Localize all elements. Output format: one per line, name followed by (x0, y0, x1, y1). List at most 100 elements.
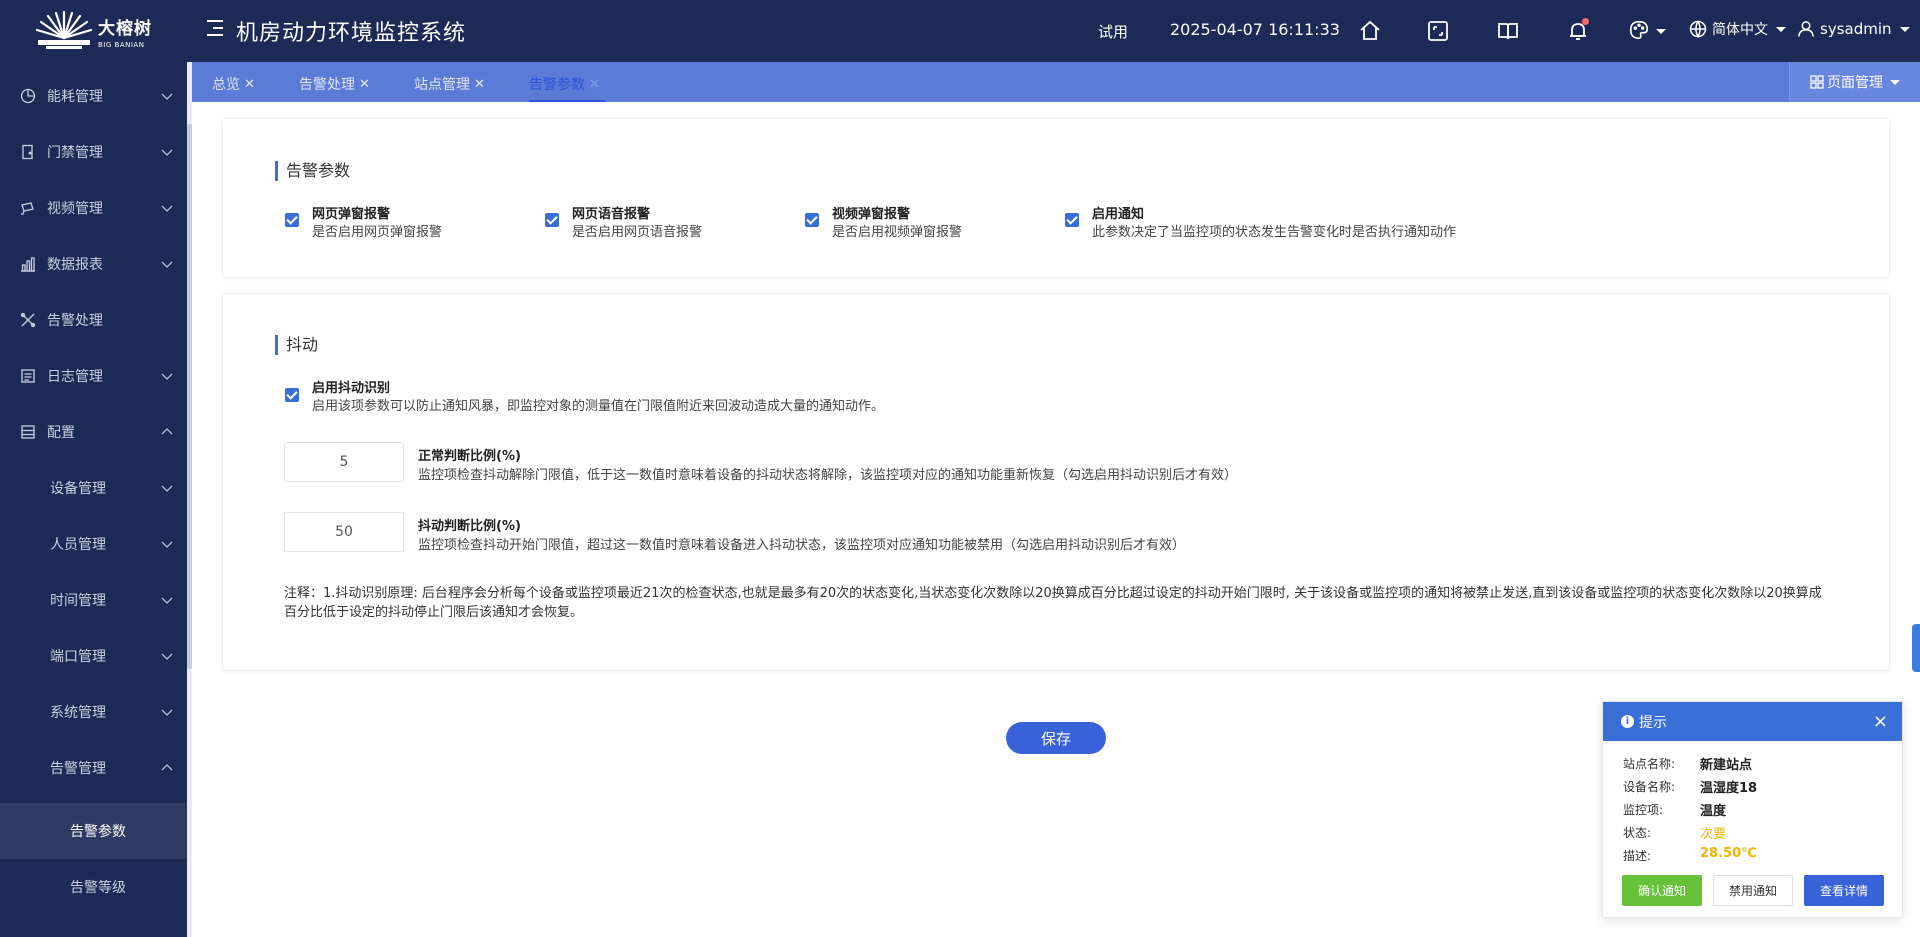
popup-label: 设备名称: (1623, 780, 1676, 794)
sidebar-item-label: 人员管理 (50, 537, 106, 553)
normal-ratio-input[interactable]: 5 (284, 442, 404, 482)
popup-label: 描述: (1623, 849, 1652, 863)
notification-dot (1582, 18, 1589, 25)
bar-chart-icon (21, 257, 35, 272)
sidebar-item-config[interactable]: 配置 (0, 404, 187, 460)
chevron-down-icon (161, 709, 173, 716)
sidebar-scrollbar[interactable] (187, 124, 192, 669)
jitter-note: 注释：1.抖动识别原理: 后台程序会分析每个设备或监控项最近21次的检查状态,也… (284, 586, 1822, 620)
tab-label: 站点管理 (414, 77, 470, 93)
user-menu[interactable]: sysadmin (1796, 19, 1910, 39)
popup-label: 站点名称: (1623, 757, 1676, 771)
section-title: 告警参数 (275, 161, 350, 181)
chevron-up-icon (161, 764, 173, 771)
menu-toggle-icon[interactable] (207, 20, 223, 38)
tab-alarm-handling[interactable]: 告警处理 ✕ (299, 74, 370, 94)
option-desc: 是否启用视频弹窗报警 (832, 225, 963, 240)
banyan-tree-icon (35, 10, 93, 49)
sidebar-item-alarm-handling[interactable]: 告警处理 (0, 292, 187, 348)
option-desc: 此参数决定了当监控项的状态发生告警变化时是否执行通知动作 (1092, 225, 1457, 240)
popup-title: 提示 (1639, 714, 1667, 731)
sidebar-item-ports[interactable]: 端口管理 (0, 628, 187, 684)
alarm-params-card: 告警参数 网页弹窗报警 是否启用网页弹窗报警 网页语音报警 是否启用网页语音报警… (222, 118, 1890, 278)
camera-icon (21, 202, 34, 215)
sidebar-item-alarm-manage[interactable]: 告警管理 (0, 740, 187, 796)
alarm-notification-popup: i 提示 × 站点名称: 新建站点 设备名称: 温湿度18 监控项: 温度 状态… (1602, 701, 1903, 918)
language-selector[interactable]: 简体中文 (1688, 19, 1786, 39)
sidebar-item-alarm-params[interactable]: 告警参数 (0, 803, 187, 859)
confirm-notify-button[interactable]: 确认通知 (1622, 875, 1702, 906)
disable-notify-button[interactable]: 禁用通知 (1713, 875, 1793, 906)
sidebar-item-alarm-levels[interactable]: 告警等级 (0, 859, 187, 915)
trial-badge: 试用 (1098, 23, 1129, 41)
sidebar-item-label: 数据报表 (47, 257, 103, 273)
close-icon[interactable]: ✕ (589, 77, 600, 92)
sidebar-item-label: 配置 (47, 425, 75, 441)
sidebar-item-devices[interactable]: 设备管理 (0, 460, 187, 516)
close-icon[interactable]: × (1873, 711, 1888, 732)
chevron-down-icon (161, 149, 173, 156)
sidebar-item-access[interactable]: 门禁管理 (0, 124, 187, 180)
bell-icon[interactable] (1566, 18, 1590, 43)
popup-label: 状态: (1623, 826, 1652, 840)
enable-jitter-checkbox[interactable] (285, 388, 299, 402)
sidebar-item-label: 设备管理 (50, 481, 106, 497)
option-desc: 是否启用网页弹窗报警 (312, 225, 443, 240)
sidebar-item-label: 能耗管理 (47, 89, 103, 105)
logo-subtext: BIG BANIAN (98, 41, 145, 49)
home-icon[interactable] (1358, 19, 1382, 43)
enable-notify-checkbox[interactable] (1065, 213, 1079, 227)
video-alarm-checkbox[interactable] (805, 213, 819, 227)
sidebar-item-system[interactable]: 系统管理 (0, 684, 187, 740)
language-label: 简体中文 (1712, 22, 1768, 38)
grid-icon (1810, 75, 1824, 89)
option-desc: 启用该项参数可以防止通知风暴，即监控对象的测量值在门限值附近来回波动造成大量的通… (312, 399, 885, 414)
logo-text: 大榕树 (98, 19, 152, 39)
close-icon[interactable]: ✕ (359, 77, 370, 92)
page-manage-button[interactable]: 页面管理 (1789, 62, 1920, 102)
chevron-down-icon (161, 485, 173, 492)
globe-icon (1689, 20, 1707, 39)
sidebar-item-reports[interactable]: 数据报表 (0, 236, 187, 292)
page-manage-label: 页面管理 (1827, 75, 1883, 91)
jitter-ratio-input[interactable]: 50 (284, 512, 404, 552)
datetime-display: 2025-04-07 16:11:33 (1170, 20, 1340, 39)
popup-header: i 提示 × (1603, 702, 1902, 741)
view-detail-button[interactable]: 查看详情 (1804, 875, 1884, 906)
normal-ratio-title: 正常判断比例(%) (418, 449, 521, 464)
sidebar-item-label: 视频管理 (47, 201, 103, 217)
voice-alarm-checkbox[interactable] (545, 213, 559, 227)
tab-label: 告警参数 (529, 77, 585, 93)
option-title: 网页弹窗报警 (312, 207, 391, 222)
theme-palette-icon[interactable] (1628, 19, 1666, 43)
top-header: 大榕树 BIG BANIAN 机房动力环境监控系统 试用 2025-04-07 … (0, 0, 1920, 62)
username-label: sysadmin (1820, 20, 1892, 38)
log-icon (21, 369, 35, 383)
tab-label: 告警处理 (299, 77, 355, 93)
sidebar-item-time[interactable]: 时间管理 (0, 572, 187, 628)
tab-alarm-params[interactable]: 告警参数 ✕ (529, 74, 600, 94)
popup-label: 监控项: (1623, 803, 1664, 817)
popup-desc-value: 28.50℃ (1700, 846, 1757, 861)
sidebar: 能耗管理 门禁管理 视频管理 数据报表 告警处理 日志管理 配置 设备管理 人员… (0, 62, 187, 937)
save-button[interactable]: 保存 (1006, 722, 1106, 754)
jitter-ratio-desc: 监控项检查抖动开始门限值，超过这一数值时意味着设备进入抖动状态，该监控项对应通知… (418, 538, 1186, 553)
book-icon[interactable] (1496, 19, 1520, 43)
normal-ratio-desc: 监控项检查抖动解除门限值，低于这一数值时意味着设备的抖动状态将解除，该监控项对应… (418, 468, 1238, 483)
tab-site-manage[interactable]: 站点管理 ✕ (414, 74, 485, 94)
close-icon[interactable]: ✕ (474, 77, 485, 92)
sidebar-item-logs[interactable]: 日志管理 (0, 348, 187, 404)
section-title: 抖动 (275, 335, 318, 355)
side-drawer-handle[interactable] (1912, 624, 1920, 672)
popup-alarm-checkbox[interactable] (285, 213, 299, 227)
sidebar-item-energy[interactable]: 能耗管理 (0, 68, 187, 124)
sidebar-item-personnel[interactable]: 人员管理 (0, 516, 187, 572)
sidebar-item-label: 告警管理 (50, 761, 106, 777)
tab-overview[interactable]: 总览 ✕ (212, 74, 255, 94)
sidebar-item-video[interactable]: 视频管理 (0, 180, 187, 236)
close-icon[interactable]: ✕ (244, 77, 255, 92)
fullscreen-icon[interactable] (1426, 19, 1450, 43)
brand-logo: 大榕树 BIG BANIAN (34, 8, 164, 56)
app-title: 机房动力环境监控系统 (236, 21, 467, 46)
tab-label: 总览 (212, 77, 240, 93)
